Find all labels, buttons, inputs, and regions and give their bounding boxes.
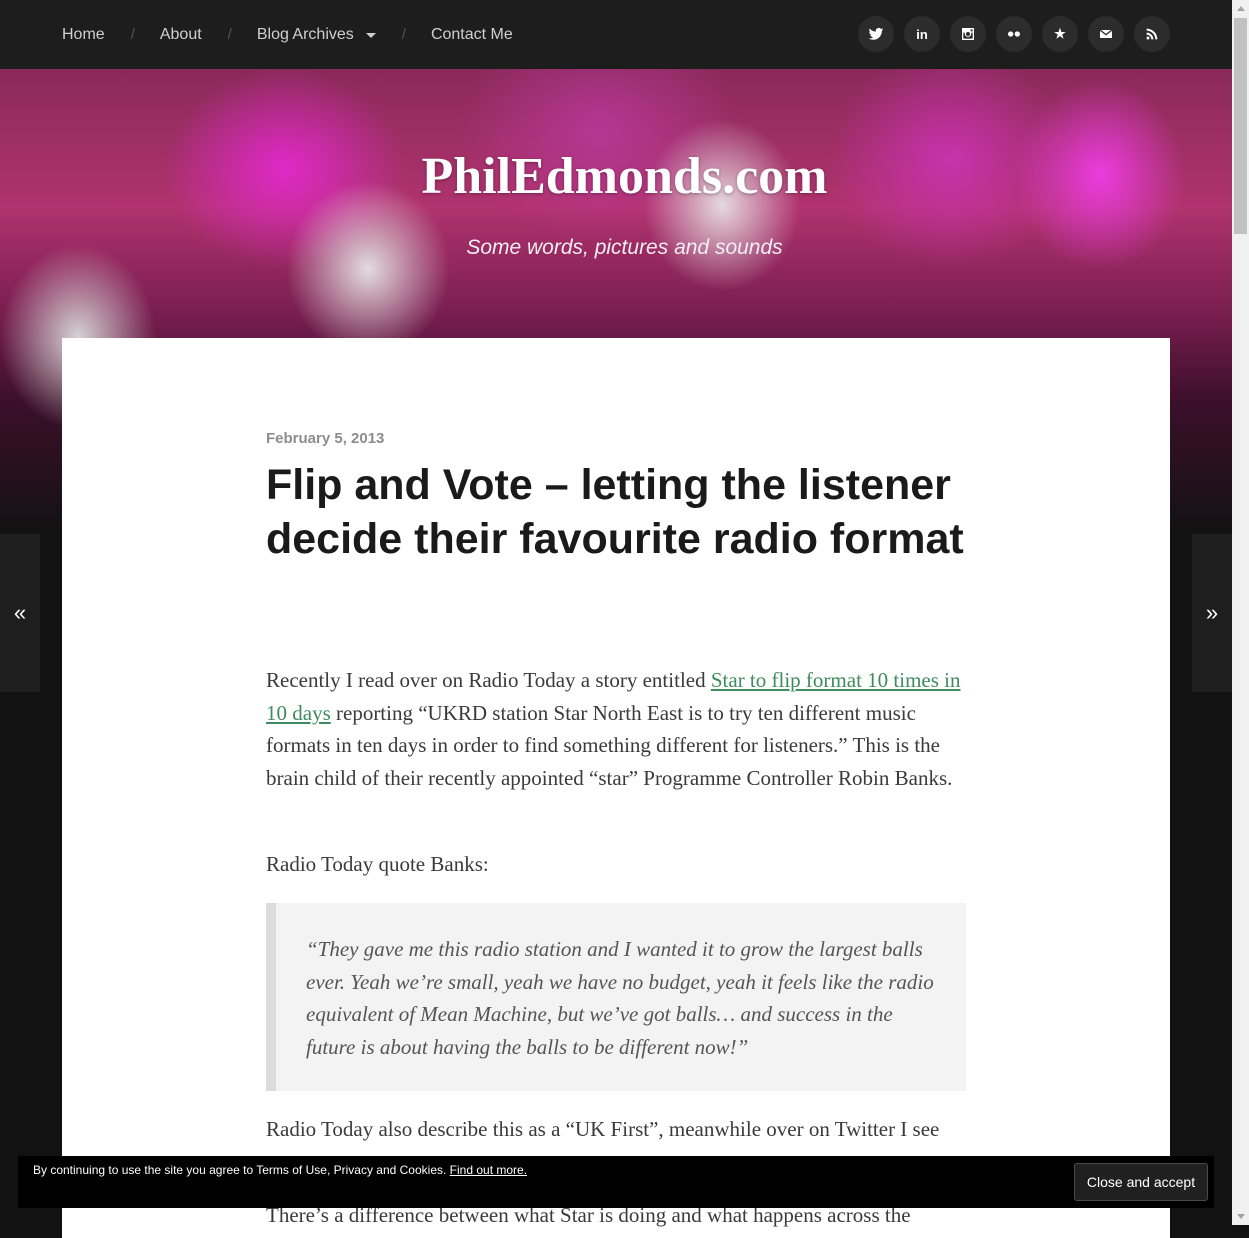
flickr-icon[interactable] [996, 16, 1032, 52]
nav-separator: / [227, 26, 232, 43]
post-paragraph: Recently I read over on Radio Today a st… [266, 664, 966, 794]
quote-text: “They gave me this radio station and I w… [306, 937, 934, 1059]
instagram-icon[interactable] [950, 16, 986, 52]
nav-separator: / [130, 26, 135, 43]
post-paragraph: Radio Today quote Banks: [266, 852, 489, 876]
scroll-up-arrow-icon[interactable] [1232, 0, 1249, 17]
cookie-notice-text: By continuing to use the site you agree … [33, 1163, 450, 1177]
scrollbar[interactable] [1232, 0, 1249, 1225]
site-title[interactable]: PhilEdmonds.com [0, 147, 1249, 206]
nav-home[interactable]: Home [62, 26, 105, 44]
scrollbar-thumb[interactable] [1234, 18, 1247, 234]
star-icon[interactable]: ★ [1042, 16, 1078, 52]
cookie-notice: By continuing to use the site you agree … [33, 1163, 527, 1177]
scroll-down-arrow-icon[interactable] [1232, 1208, 1249, 1225]
cookie-banner: By continuing to use the site you agree … [18, 1156, 1214, 1208]
blockquote: “They gave me this radio station and I w… [266, 903, 966, 1091]
nav-about[interactable]: About [160, 26, 202, 44]
dropdown-caret-icon [365, 32, 376, 38]
close-and-accept-button[interactable]: Close and accept [1074, 1163, 1208, 1201]
top-navbar: Home / About / Blog Archives / Contact M… [0, 0, 1232, 69]
previous-post-arrow[interactable]: « [0, 534, 40, 692]
paragraph-text: reporting “UKRD station Star North East … [266, 700, 953, 790]
nav-blog-archives-label: Blog Archives [256, 25, 354, 43]
site-tagline: Some words, pictures and sounds [466, 236, 783, 259]
find-out-more-link[interactable]: Find out more. [450, 1163, 527, 1177]
social-links: in ★ [858, 16, 1170, 52]
post-card: February 5, 2013 Flip and Vote – letting… [62, 338, 1170, 1238]
twitter-icon[interactable] [858, 16, 894, 52]
paragraph-text: Recently I read over on Radio Today a st… [266, 668, 711, 692]
post-title: Flip and Vote – letting the listener dec… [266, 461, 964, 563]
nav-blog-archives[interactable]: Blog Archives [257, 26, 376, 44]
post-paragraph: Radio Today also describe this as a “UK … [266, 1117, 940, 1141]
next-post-arrow[interactable]: » [1192, 534, 1232, 692]
main-nav: Home / About / Blog Archives / Contact M… [62, 0, 513, 69]
rss-icon[interactable] [1134, 16, 1170, 52]
post-date[interactable]: February 5, 2013 [266, 430, 384, 447]
nav-contact-me[interactable]: Contact Me [431, 26, 513, 44]
mail-icon[interactable] [1088, 16, 1124, 52]
linkedin-icon[interactable]: in [904, 16, 940, 52]
nav-separator: / [401, 26, 406, 43]
